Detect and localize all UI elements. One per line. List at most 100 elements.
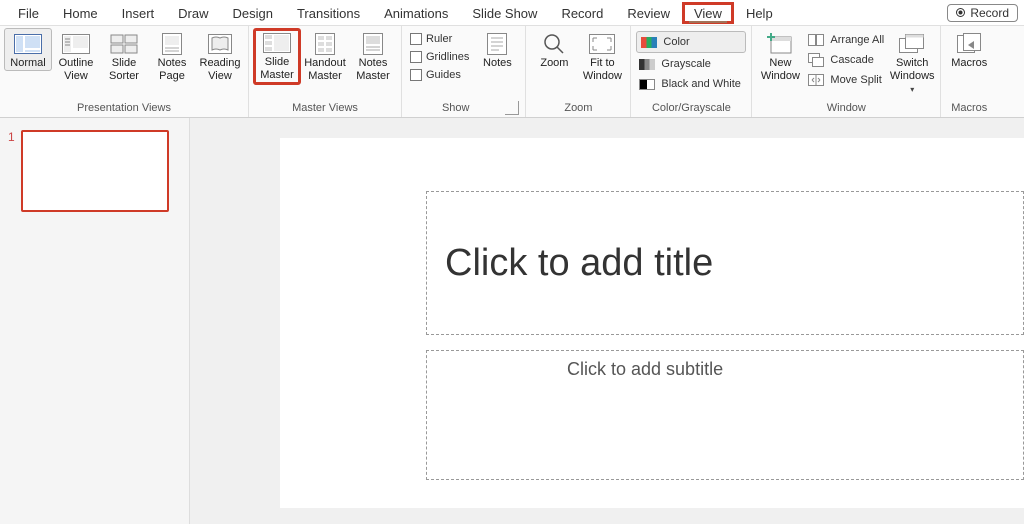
move-split-button[interactable]: Move Split: [804, 70, 888, 90]
normal-view-icon: [14, 33, 42, 55]
outline-view-icon: [62, 33, 90, 55]
notes-button-label: Notes: [483, 57, 512, 70]
group-window: NewWindow Arrange All Cascade Move Split: [752, 26, 941, 117]
tab-help[interactable]: Help: [734, 2, 785, 24]
macros-icon: [957, 33, 981, 55]
zoom-label: Zoom: [540, 57, 568, 70]
group-label-presentation-views: Presentation Views: [4, 100, 244, 117]
handout-master-icon: [315, 33, 335, 55]
tab-file[interactable]: File: [6, 2, 51, 24]
tab-record[interactable]: Record: [549, 2, 615, 24]
switch-windows-button[interactable]: SwitchWindows ▾: [888, 28, 936, 97]
show-launcher[interactable]: [505, 101, 519, 115]
ruler-checkbox[interactable]: Ruler: [406, 30, 473, 48]
handout-master-button[interactable]: HandoutMaster: [301, 28, 349, 84]
zoom-icon: [543, 33, 565, 55]
color-icon: [641, 35, 657, 49]
group-label-zoom: Zoom: [530, 100, 626, 117]
tab-transitions[interactable]: Transitions: [285, 2, 372, 24]
bw-mode-button[interactable]: Black and White: [635, 74, 747, 94]
tab-draw[interactable]: Draw: [166, 2, 220, 24]
slide-sorter-label: SlideSorter: [109, 57, 139, 83]
thumbnail-panel: 1: [0, 118, 190, 524]
title-placeholder[interactable]: Click to add title: [426, 191, 1024, 335]
new-window-button[interactable]: NewWindow: [756, 28, 804, 84]
group-master-views: SlideMaster HandoutMaster NotesMaster Ma…: [249, 26, 402, 117]
notes-page-button[interactable]: NotesPage: [148, 28, 196, 84]
macros-button[interactable]: Macros: [945, 28, 993, 71]
group-zoom: Zoom Fit toWindow Zoom: [526, 26, 631, 117]
notes-icon: [487, 33, 507, 55]
outline-view-button[interactable]: OutlineView: [52, 28, 100, 84]
tab-insert[interactable]: Insert: [110, 2, 167, 24]
switch-windows-icon: [899, 33, 925, 55]
slide-master-icon: [263, 32, 291, 54]
guides-checkbox[interactable]: Guides: [406, 66, 473, 84]
reading-view-label: ReadingView: [200, 57, 241, 83]
switch-windows-label: SwitchWindows ▾: [889, 57, 935, 96]
record-button[interactable]: Record: [947, 4, 1018, 22]
slide-canvas: Click to add title Click to add subtitle: [190, 118, 1024, 524]
color-mode-button[interactable]: Color: [636, 31, 746, 53]
chevron-down-icon: ▾: [910, 85, 914, 94]
arrange-all-icon: [808, 33, 824, 47]
zoom-button[interactable]: Zoom: [530, 28, 578, 71]
cascade-icon: [808, 53, 824, 67]
tab-view[interactable]: View: [682, 2, 734, 24]
normal-view-label: Normal: [10, 57, 45, 70]
tab-home[interactable]: Home: [51, 2, 110, 24]
handout-master-label: HandoutMaster: [304, 57, 346, 83]
record-icon: [956, 8, 965, 17]
tab-review[interactable]: Review: [615, 2, 682, 24]
slide-master-label: SlideMaster: [260, 56, 294, 82]
fit-window-icon: [589, 33, 615, 55]
slide[interactable]: Click to add title Click to add subtitle: [280, 138, 1024, 508]
group-label-window: Window: [756, 100, 936, 117]
macros-label: Macros: [951, 57, 987, 70]
new-window-icon: [767, 33, 793, 55]
tab-design[interactable]: Design: [221, 2, 285, 24]
normal-view-button[interactable]: Normal: [4, 28, 52, 71]
notes-master-icon: [363, 33, 383, 55]
slide-sorter-icon: [110, 33, 138, 55]
tab-animations[interactable]: Animations: [372, 2, 460, 24]
fit-window-label: Fit toWindow: [583, 57, 622, 83]
notes-page-icon: [162, 33, 182, 55]
notes-button[interactable]: Notes: [473, 28, 521, 71]
new-window-label: NewWindow: [761, 57, 800, 83]
group-label-show: Show: [406, 100, 505, 117]
group-macros: Macros Macros: [941, 26, 997, 117]
bw-icon: [639, 77, 655, 91]
slide-sorter-button[interactable]: SlideSorter: [100, 28, 148, 84]
group-show: Ruler Gridlines Guides Notes Show: [402, 26, 526, 117]
cascade-button[interactable]: Cascade: [804, 50, 888, 70]
slide-master-button[interactable]: SlideMaster: [253, 28, 301, 85]
grayscale-mode-button[interactable]: Grayscale: [635, 54, 747, 74]
workarea: 1 Click to add title Click to add subtit…: [0, 118, 1024, 524]
group-color-grayscale: Color Grayscale Black and White Color/Gr…: [631, 26, 752, 117]
notes-master-label: NotesMaster: [356, 57, 390, 83]
slide-thumb-number: 1: [8, 130, 15, 212]
arrange-all-button[interactable]: Arrange All: [804, 30, 888, 50]
move-split-icon: [808, 73, 824, 87]
reading-view-button[interactable]: ReadingView: [196, 28, 244, 84]
group-presentation-views: Normal OutlineView SlideSorter NotesPage…: [0, 26, 249, 117]
group-label-macros: Macros: [945, 100, 993, 117]
gridlines-checkbox[interactable]: Gridlines: [406, 48, 473, 66]
subtitle-placeholder[interactable]: Click to add subtitle: [426, 350, 1024, 480]
grayscale-icon: [639, 57, 655, 71]
slide-thumbnail-1[interactable]: [21, 130, 169, 212]
record-label: Record: [970, 6, 1009, 20]
tab-slideshow[interactable]: Slide Show: [460, 2, 549, 24]
outline-view-label: OutlineView: [59, 57, 94, 83]
reading-view-icon: [208, 33, 232, 55]
menu-tabs: File Home Insert Draw Design Transitions…: [0, 0, 1024, 26]
subtitle-placeholder-text: Click to add subtitle: [567, 359, 723, 379]
group-label-color: Color/Grayscale: [635, 100, 747, 117]
notes-page-label: NotesPage: [158, 57, 187, 83]
fit-window-button[interactable]: Fit toWindow: [578, 28, 626, 84]
ribbon: Normal OutlineView SlideSorter NotesPage…: [0, 26, 1024, 118]
group-label-master-views: Master Views: [253, 100, 397, 117]
title-placeholder-text: Click to add title: [445, 242, 713, 285]
notes-master-button[interactable]: NotesMaster: [349, 28, 397, 84]
